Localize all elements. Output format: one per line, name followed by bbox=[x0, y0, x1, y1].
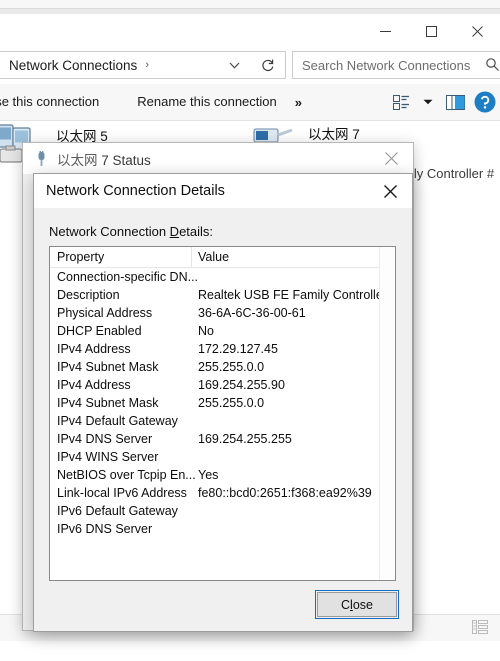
command-overflow-button[interactable]: » bbox=[287, 95, 310, 110]
minimize-button[interactable] bbox=[362, 14, 408, 48]
details-view-icon[interactable] bbox=[472, 620, 488, 639]
close-icon bbox=[383, 184, 397, 198]
help-icon[interactable] bbox=[472, 84, 498, 120]
address-bar[interactable]: Network Connections › bbox=[0, 51, 252, 79]
breadcrumb[interactable]: Network Connections bbox=[0, 58, 137, 73]
command-rename[interactable]: Rename this connection bbox=[127, 84, 286, 120]
close-icon bbox=[384, 152, 398, 165]
row-property: IPv4 Default Gateway bbox=[57, 414, 178, 428]
column-header-value[interactable]: Value bbox=[198, 250, 229, 264]
details-close-button[interactable] bbox=[368, 174, 412, 208]
table-row[interactable]: Link-local IPv6 Address fe80::bcd0:2651:f… bbox=[50, 485, 395, 503]
table-row[interactable]: IPv4 Address 169.254.255.90 bbox=[50, 377, 395, 395]
details-list-box[interactable]: Property Value Connection-specific DN...… bbox=[49, 246, 396, 581]
details-rows: Connection-specific DN... Description Real… bbox=[50, 268, 395, 539]
table-row[interactable]: IPv6 DNS Server bbox=[50, 521, 395, 539]
details-dialog-body: Network Connection Details: Property Val… bbox=[34, 208, 412, 631]
table-row[interactable]: IPv4 Default Gateway bbox=[50, 413, 395, 431]
row-property: IPv6 Default Gateway bbox=[57, 504, 178, 518]
row-property: IPv4 DNS Server bbox=[57, 432, 153, 446]
table-row[interactable]: IPv6 Default Gateway bbox=[50, 503, 395, 521]
row-property: NetBIOS over Tcpip En... bbox=[57, 468, 196, 482]
row-property: IPv4 Subnet Mask bbox=[57, 396, 159, 410]
close-button[interactable] bbox=[454, 14, 500, 48]
maximize-button[interactable] bbox=[408, 14, 454, 48]
table-row[interactable]: IPv4 WINS Server bbox=[50, 449, 395, 467]
table-row[interactable]: Connection-specific DN... bbox=[50, 269, 395, 287]
table-row[interactable]: Physical Address 36-6A-6C-36-00-61 bbox=[50, 305, 395, 323]
table-row[interactable]: IPv4 DNS Server 169.254.255.255 bbox=[50, 431, 395, 449]
row-property: Description bbox=[57, 288, 120, 302]
status-window-title-bar[interactable]: 以太网 7 Status bbox=[23, 143, 413, 174]
row-value: 169.254.255.255 bbox=[198, 432, 292, 446]
search-icon[interactable] bbox=[485, 57, 500, 77]
table-row[interactable]: IPv4 Subnet Mask 255.255.0.0 bbox=[50, 395, 395, 413]
details-list-header: Property Value bbox=[50, 247, 395, 268]
table-row[interactable]: IPv4 Subnet Mask 255.255.0.0 bbox=[50, 359, 395, 377]
command-bar-right bbox=[386, 84, 500, 120]
close-button[interactable]: Cl ose bbox=[315, 590, 399, 619]
row-property: IPv4 Address bbox=[57, 342, 131, 356]
row-property: IPv4 Address bbox=[57, 378, 131, 392]
network-connection-details-dialog: Network Connection Details Network Conne… bbox=[33, 173, 413, 632]
network-plug-icon bbox=[33, 150, 49, 167]
column-divider[interactable] bbox=[191, 247, 192, 267]
row-value: 255.255.0.0 bbox=[198, 396, 265, 410]
table-row[interactable]: IPv4 Address 172.29.127.45 bbox=[50, 341, 395, 359]
row-property: IPv6 DNS Server bbox=[57, 522, 153, 536]
minimize-icon bbox=[379, 30, 391, 32]
refresh-button[interactable] bbox=[251, 51, 286, 79]
details-title-bar[interactable]: Network Connection Details bbox=[34, 174, 412, 208]
row-value: 169.254.255.90 bbox=[198, 378, 285, 392]
row-property: Link-local IPv6 Address bbox=[57, 486, 187, 500]
view-options-icon[interactable] bbox=[386, 84, 416, 120]
refresh-icon bbox=[262, 59, 274, 71]
details-list-scrollbar[interactable] bbox=[379, 247, 395, 580]
dialog-title: Network Connection Details bbox=[46, 183, 225, 199]
table-row[interactable]: DHCP Enabled No bbox=[50, 323, 395, 341]
row-value: 36-6A-6C-36-00-61 bbox=[198, 306, 306, 320]
row-property: DHCP Enabled bbox=[57, 324, 142, 338]
maximize-icon bbox=[425, 25, 437, 37]
row-value: Realtek USB FE Family Controller #2 bbox=[198, 288, 396, 302]
row-value: No bbox=[198, 324, 214, 338]
table-row[interactable]: Description Realtek USB FE Family Control… bbox=[50, 287, 395, 305]
chevron-down-icon[interactable] bbox=[217, 62, 251, 69]
details-button-row: Cl ose bbox=[315, 590, 399, 619]
row-property: Connection-specific DN... bbox=[57, 270, 199, 284]
row-property: Physical Address bbox=[57, 306, 153, 320]
window-top-strip bbox=[0, 0, 500, 8]
window-controls bbox=[362, 14, 500, 48]
view-options-chevron-down-icon[interactable] bbox=[418, 84, 438, 120]
table-row[interactable]: NetBIOS over Tcpip En... Yes bbox=[50, 467, 395, 485]
status-window-close-button[interactable] bbox=[369, 143, 413, 174]
breadcrumb-separator: › bbox=[145, 59, 149, 71]
search-placeholder: Search Network Connections bbox=[302, 57, 471, 73]
close-icon bbox=[471, 25, 483, 37]
search-input[interactable]: Search Network Connections bbox=[292, 51, 500, 79]
row-value: Yes bbox=[198, 468, 219, 482]
list-item-label: 以太网 7 bbox=[308, 127, 360, 142]
column-header-property[interactable]: Property bbox=[57, 250, 104, 264]
row-value: 172.29.127.45 bbox=[198, 342, 278, 356]
row-property: IPv4 Subnet Mask bbox=[57, 360, 159, 374]
command-diagnose[interactable]: Diagnose this connection bbox=[0, 84, 109, 120]
row-value: 255.255.0.0 bbox=[198, 360, 265, 374]
details-group-label: Network Connection Details: bbox=[49, 224, 214, 239]
status-window-title: 以太网 7 Status bbox=[57, 152, 151, 168]
list-item-detail: ily Controller # bbox=[411, 166, 495, 181]
row-value: fe80::bcd0:2651:f368:ea92%39 bbox=[198, 486, 372, 500]
preview-pane-icon[interactable] bbox=[440, 84, 470, 120]
row-property: IPv4 WINS Server bbox=[57, 450, 159, 464]
